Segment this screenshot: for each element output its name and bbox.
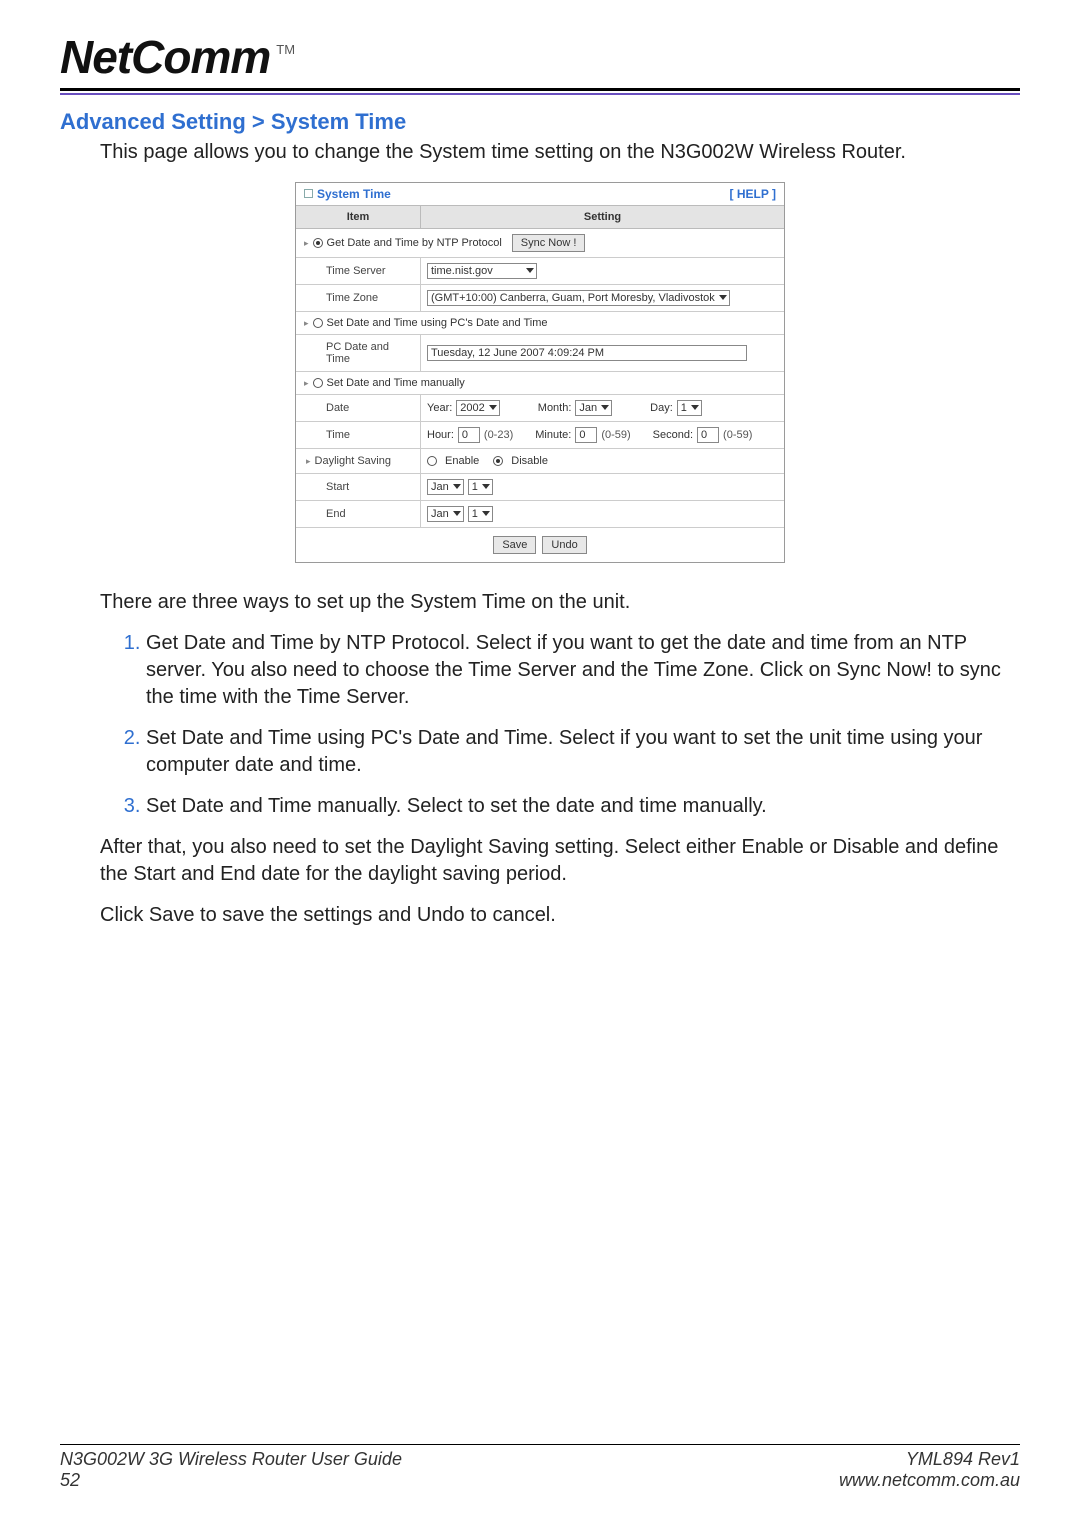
- hour-label: Hour:: [427, 429, 454, 441]
- year-label: Year:: [427, 402, 452, 414]
- time-server-select[interactable]: time.nist.gov: [427, 263, 537, 279]
- sync-now-button[interactable]: Sync Now !: [512, 234, 586, 252]
- footer-url: www.netcomm.com.au: [839, 1470, 1020, 1491]
- hour-hint: (0-23): [484, 429, 513, 441]
- radio-manual[interactable]: [313, 378, 323, 388]
- time-zone-label: Time Zone: [296, 285, 421, 311]
- radio-dst-disable[interactable]: [493, 456, 503, 466]
- pc-date-label: PC Date and Time: [296, 335, 421, 371]
- logo-tm: TM: [276, 42, 295, 57]
- dst-end-label: End: [296, 501, 421, 527]
- divider-black: [60, 88, 1020, 91]
- caret-icon: ▸: [306, 456, 311, 467]
- time-zone-select[interactable]: (GMT+10:00) Canberra, Guam, Port Moresby…: [427, 290, 730, 306]
- panel-title: System Time: [304, 187, 391, 201]
- body-p2: After that, you also need to set the Day…: [100, 834, 1020, 888]
- year-select[interactable]: 2002: [456, 400, 499, 416]
- radio-ntp[interactable]: [313, 238, 323, 248]
- month-label: Month:: [538, 402, 572, 414]
- body-p1: There are three ways to set up the Syste…: [100, 589, 1020, 616]
- option-ntp-row: ▸ Get Date and Time by NTP Protocol Sync…: [296, 229, 784, 258]
- daylight-label: ▸Daylight Saving: [296, 449, 421, 473]
- header-item: Item: [296, 206, 421, 228]
- minute-input[interactable]: 0: [575, 427, 597, 443]
- footer-page-number: 52: [60, 1470, 80, 1491]
- day-select[interactable]: 1: [677, 400, 702, 416]
- steps-list: Get Date and Time by NTP Protocol. Selec…: [120, 630, 1020, 820]
- time-label: Time: [296, 422, 421, 448]
- footer-guide-title: N3G002W 3G Wireless Router User Guide: [60, 1449, 402, 1470]
- panel-icon: [304, 189, 313, 198]
- caret-icon: ▸: [304, 318, 309, 329]
- minute-label: Minute:: [535, 429, 571, 441]
- option-manual-row: ▸ Set Date and Time manually: [296, 372, 784, 395]
- dst-start-day-select[interactable]: 1: [468, 479, 493, 495]
- divider-purple: [60, 93, 1020, 95]
- step-1: Get Date and Time by NTP Protocol. Selec…: [146, 630, 1020, 711]
- footer: N3G002W 3G Wireless Router User Guide YM…: [60, 1444, 1020, 1491]
- dst-end-month-select[interactable]: Jan: [427, 506, 464, 522]
- router-screenshot: System Time [ HELP ] Item Setting ▸ Get …: [60, 182, 1020, 563]
- step-3: Set Date and Time manually. Select to se…: [146, 793, 1020, 820]
- logo: NetComm TM: [60, 30, 1020, 84]
- dst-start-month-select[interactable]: Jan: [427, 479, 464, 495]
- section-title: Advanced Setting > System Time: [60, 109, 1020, 135]
- logo-text: NetComm: [60, 30, 270, 84]
- time-server-label: Time Server: [296, 258, 421, 284]
- radio-pc[interactable]: [313, 318, 323, 328]
- pc-date-field: Tuesday, 12 June 2007 4:09:24 PM: [427, 345, 747, 361]
- save-button[interactable]: Save: [493, 536, 536, 554]
- dst-start-label: Start: [296, 474, 421, 500]
- option-pc-row: ▸ Set Date and Time using PC's Date and …: [296, 312, 784, 335]
- help-link[interactable]: [ HELP ]: [730, 187, 776, 201]
- option-ntp-label: Get Date and Time by NTP Protocol: [327, 237, 502, 249]
- second-label: Second:: [653, 429, 693, 441]
- dst-disable-label: Disable: [511, 455, 548, 467]
- option-pc-label: Set Date and Time using PC's Date and Ti…: [327, 317, 548, 329]
- radio-dst-enable[interactable]: [427, 456, 437, 466]
- dst-end-day-select[interactable]: 1: [468, 506, 493, 522]
- caret-icon: ▸: [304, 378, 309, 389]
- option-manual-label: Set Date and Time manually: [327, 377, 465, 389]
- footer-divider: [60, 1444, 1020, 1445]
- day-label: Day:: [650, 402, 673, 414]
- second-hint: (0-59): [723, 429, 752, 441]
- date-label: Date: [296, 395, 421, 421]
- month-select[interactable]: Jan: [575, 400, 612, 416]
- minute-hint: (0-59): [601, 429, 630, 441]
- body-p3: Click Save to save the settings and Undo…: [100, 902, 1020, 929]
- intro-text: This page allows you to change the Syste…: [100, 141, 1020, 164]
- undo-button[interactable]: Undo: [542, 536, 586, 554]
- header-setting: Setting: [421, 206, 784, 228]
- hour-input[interactable]: 0: [458, 427, 480, 443]
- footer-revision: YML894 Rev1: [906, 1449, 1020, 1470]
- step-2: Set Date and Time using PC's Date and Ti…: [146, 725, 1020, 779]
- caret-icon: ▸: [304, 238, 309, 249]
- second-input[interactable]: 0: [697, 427, 719, 443]
- dst-enable-label: Enable: [445, 455, 479, 467]
